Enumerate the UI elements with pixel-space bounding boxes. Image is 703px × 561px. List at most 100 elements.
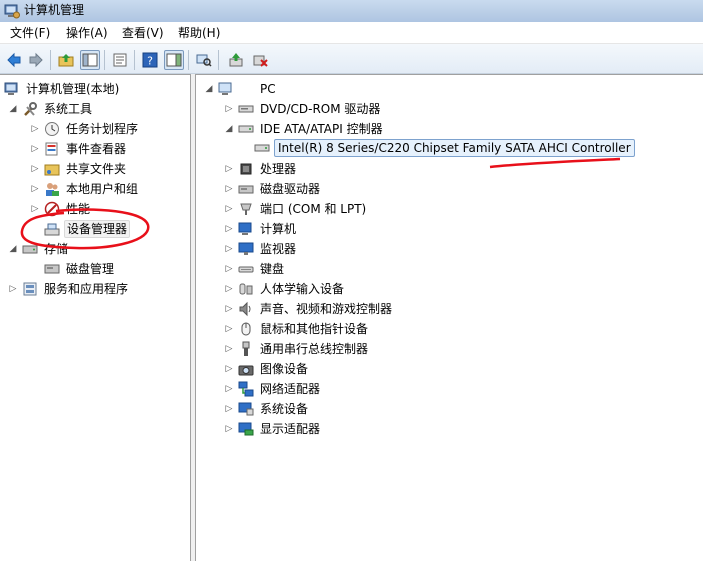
tree-item-system-tools[interactable]: ◢ 系统工具 [8,99,94,119]
device-category-ports[interactable]: ▷ 端口 (COM 和 LPT) [224,199,368,219]
expand-arrow-icon[interactable]: ▷ [224,104,234,114]
tree-item-label: 任务计划程序 [66,122,139,136]
expand-arrow-icon[interactable]: ▷ [224,304,234,314]
device-category-disk[interactable]: ▷ 磁盘驱动器 [224,179,322,199]
expand-arrow-icon[interactable]: ▷ [30,204,40,214]
device-category-label: IDE ATA/ATAPI 控制器 [260,122,383,136]
tree-item-local-users[interactable]: ▷ 本地用户和组 [30,179,140,199]
expand-arrow-icon[interactable]: ▷ [8,284,18,294]
device-category-keyboard[interactable]: ▷ 键盘 [224,259,286,279]
tree-item-task-scheduler[interactable]: ▷ 任务计划程序 [30,119,140,139]
help-button[interactable]: ? [140,50,160,70]
device-category-label: 端口 (COM 和 LPT) [260,202,367,216]
expand-arrow-icon[interactable]: ▷ [30,164,40,174]
device-category-label: 声音、视频和游戏控制器 [260,302,393,316]
monitor-icon [238,242,254,255]
console-tree-icon [82,53,98,67]
tree-item-label: 共享文件夹 [66,162,127,176]
uninstall-button[interactable] [250,50,270,70]
expand-arrow-icon[interactable]: ▷ [224,424,234,434]
device-category-imaging[interactable]: ▷ 图像设备 [224,359,310,379]
tree-item-label: 服务和应用程序 [44,282,129,296]
device-category-system[interactable]: ▷ 系统设备 [224,399,310,419]
collapse-arrow-icon[interactable]: ◢ [8,104,18,114]
device-category-computer[interactable]: ▷ 计算机 [224,219,298,239]
show-action-pane-button[interactable] [164,50,184,70]
back-button[interactable] [4,50,24,70]
collapse-arrow-icon[interactable]: ◢ [204,84,214,94]
device-category-mouse[interactable]: ▷ 鼠标和其他指针设备 [224,319,370,339]
device-tree-root-label: PC [260,82,276,96]
expand-arrow-icon[interactable]: ▷ [224,244,234,254]
expand-arrow-icon[interactable]: ▷ [224,324,234,334]
device-category-label: 鼠标和其他指针设备 [260,322,369,336]
expand-arrow-icon[interactable]: ▷ [224,344,234,354]
svg-text:?: ? [147,55,153,68]
tree-item-device-manager[interactable]: 设备管理器 [30,219,131,239]
expand-arrow-icon[interactable]: ▷ [224,284,234,294]
expand-arrow-icon[interactable]: ▷ [224,184,234,194]
menu-action[interactable]: 操作(A) [64,25,110,41]
device-category-hid[interactable]: ▷ 人体学输入设备 [224,279,346,299]
collapse-arrow-icon[interactable]: ◢ [8,244,18,254]
users-icon [46,183,59,196]
device-category-processor[interactable]: ▷ 处理器 [224,159,298,179]
device-category-network[interactable]: ▷ 网络适配器 [224,379,322,399]
processor-icon [240,163,252,175]
show-hide-tree-button[interactable] [80,50,100,70]
computer-management-icon [4,82,18,95]
device-category-label: DVD/CD-ROM 驱动器 [260,102,381,116]
tree-item-shared-folders[interactable]: ▷ 共享文件夹 [30,159,128,179]
uninstall-icon [253,55,268,67]
help-icon: ? [142,52,158,68]
device-tree-root[interactable]: ◢ PC [204,79,278,99]
device-category-ide[interactable]: ◢ IDE ATA/ATAPI 控制器 [224,119,385,139]
device-item-sata-ahci-controller[interactable]: Intel(R) 8 Series/C220 Chipset Family SA… [240,138,635,158]
forward-button[interactable] [26,50,46,70]
tree-item-label: 设备管理器 [64,220,131,238]
pc-icon [218,82,232,95]
tree-item-services-apps[interactable]: ▷ 服务和应用程序 [8,279,130,299]
services-icon [23,282,37,296]
expand-arrow-icon[interactable]: ▷ [30,124,40,134]
device-category-display[interactable]: ▷ 显示适配器 [224,419,322,439]
expand-arrow-icon[interactable]: ▷ [224,364,234,374]
expand-arrow-icon[interactable]: ▷ [30,144,40,154]
device-category-label: 监视器 [260,242,297,256]
up-level-button[interactable] [56,50,76,70]
menu-view[interactable]: 查看(V) [120,25,166,41]
tree-item-disk-management[interactable]: 磁盘管理 [30,259,116,279]
usb-icon [242,341,250,356]
mouse-icon [241,322,251,336]
tree-item-event-viewer[interactable]: ▷ 事件查看器 [30,139,128,159]
scan-hardware-button[interactable] [194,50,214,70]
tree-item-label: 性能 [66,202,91,216]
dvd-drive-icon [238,105,254,113]
menu-bar: 文件(F) 操作(A) 查看(V) 帮助(H) [0,22,703,44]
device-tree-pane: ◢ PC ▷ DVD/CD-ROM 驱动器 ◢ IDE ATA/ATAPI 控制… [196,74,703,561]
device-category-sound[interactable]: ▷ 声音、视频和游戏控制器 [224,299,394,319]
tree-item-performance[interactable]: ▷ 性能 [30,199,92,219]
device-item-label: Intel(R) 8 Series/C220 Chipset Family SA… [274,139,635,157]
expand-arrow-icon[interactable]: ▷ [224,384,234,394]
title-bar: 计算机管理 [0,0,703,22]
device-category-dvd[interactable]: ▷ DVD/CD-ROM 驱动器 [224,99,382,119]
device-category-monitor[interactable]: ▷ 监视器 [224,239,298,259]
storage-icon [22,245,38,254]
update-driver-button[interactable] [226,50,246,70]
menu-file[interactable]: 文件(F) [8,25,52,41]
device-category-usb[interactable]: ▷ 通用串行总线控制器 [224,339,370,359]
expand-arrow-icon[interactable]: ▷ [30,184,40,194]
tree-item-label: 事件查看器 [66,142,127,156]
expand-arrow-icon[interactable]: ▷ [224,204,234,214]
properties-button[interactable] [110,50,130,70]
collapse-arrow-icon[interactable]: ◢ [224,124,234,134]
expand-arrow-icon[interactable]: ▷ [224,264,234,274]
expand-arrow-icon[interactable]: ▷ [224,224,234,234]
menu-help[interactable]: 帮助(H) [176,25,222,41]
expand-arrow-icon[interactable]: ▷ [224,404,234,414]
tree-item-computer-management[interactable]: 计算机管理(本地) [4,79,121,99]
tree-item-storage[interactable]: ◢ 存储 [8,239,70,259]
toolbar: ? [0,44,703,74]
expand-arrow-icon[interactable]: ▷ [224,164,234,174]
